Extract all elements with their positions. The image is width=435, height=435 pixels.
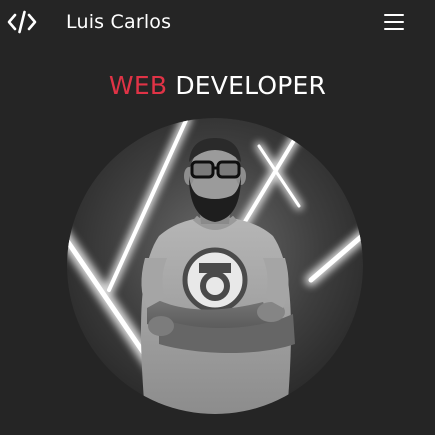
code-brackets-icon[interactable] [6,9,38,35]
hero-title: WEB DEVELOPER [0,70,435,102]
hero-title-rest: DEVELOPER [175,70,327,100]
hero-title-accent: WEB [108,70,168,100]
menu-line [384,14,404,16]
hamburger-menu-icon[interactable] [382,10,408,34]
brand-name[interactable]: Luis Carlos [66,10,171,34]
menu-line [384,28,404,30]
profile-photo [67,118,363,414]
menu-line [384,21,404,23]
navbar: Luis Carlos [0,0,435,44]
